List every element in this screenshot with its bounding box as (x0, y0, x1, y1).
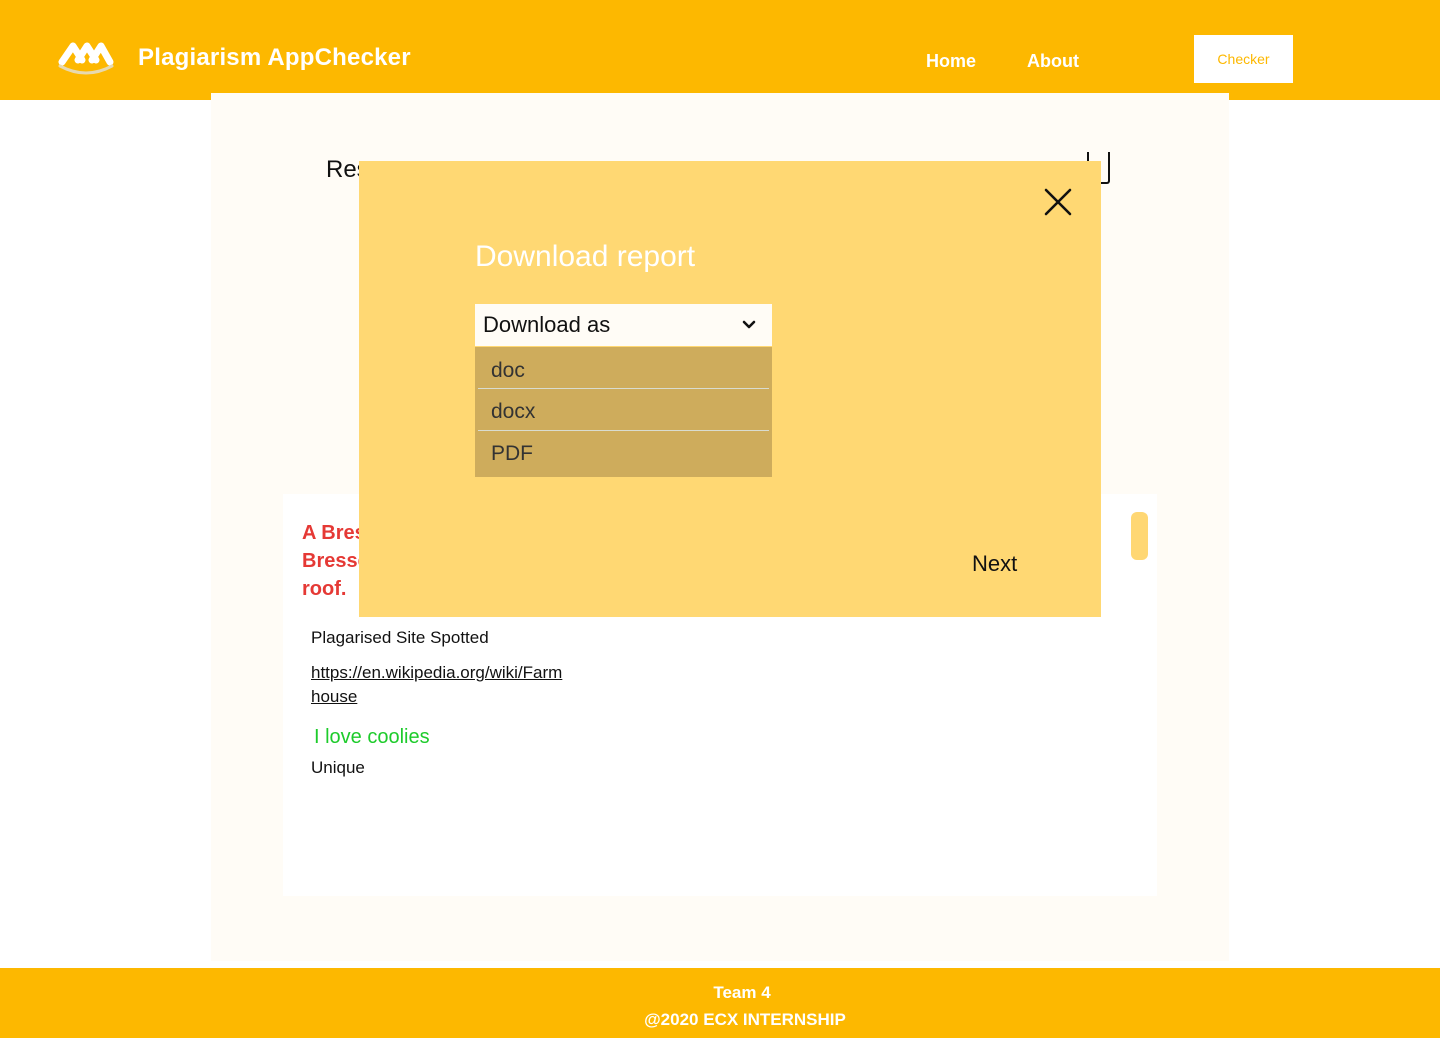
unique-text: I love coolies (314, 726, 430, 748)
select-label: Download as (483, 312, 611, 337)
app-title: Plagiarism AppChecker (138, 44, 411, 71)
checker-button[interactable]: Checker (1194, 35, 1293, 83)
download-format-select[interactable]: Download as (475, 304, 772, 346)
app-logo-icon[interactable] (56, 38, 116, 78)
plagiarised-site-label: Plagarised Site Spotted (311, 628, 489, 647)
top-navbar: Plagiarism AppChecker Home About Checker (0, 0, 1440, 100)
option-doc[interactable]: doc (475, 359, 772, 399)
next-button[interactable]: Next (972, 551, 1017, 577)
chevron-down-icon (742, 320, 756, 329)
download-format-dropdown: doc docx PDF (475, 347, 772, 477)
close-icon[interactable] (1040, 184, 1076, 220)
option-pdf[interactable]: PDF (475, 442, 772, 482)
nav-home-link[interactable]: Home (926, 51, 976, 72)
option-divider (478, 430, 769, 431)
results-scrollbar[interactable] (1131, 512, 1148, 560)
unique-label: Unique (311, 758, 365, 777)
footer-copyright: @2020 ECX INTERNSHIP (644, 1010, 846, 1029)
plagiarised-site-link[interactable]: https://en.wikipedia.org/wiki/Farmhouse (311, 661, 571, 709)
nav-about-link[interactable]: About (1027, 51, 1079, 72)
footer-team: Team 4 (713, 983, 771, 1002)
modal-title: Download report (475, 240, 696, 273)
option-docx[interactable]: docx (475, 400, 772, 440)
option-divider (478, 388, 769, 389)
